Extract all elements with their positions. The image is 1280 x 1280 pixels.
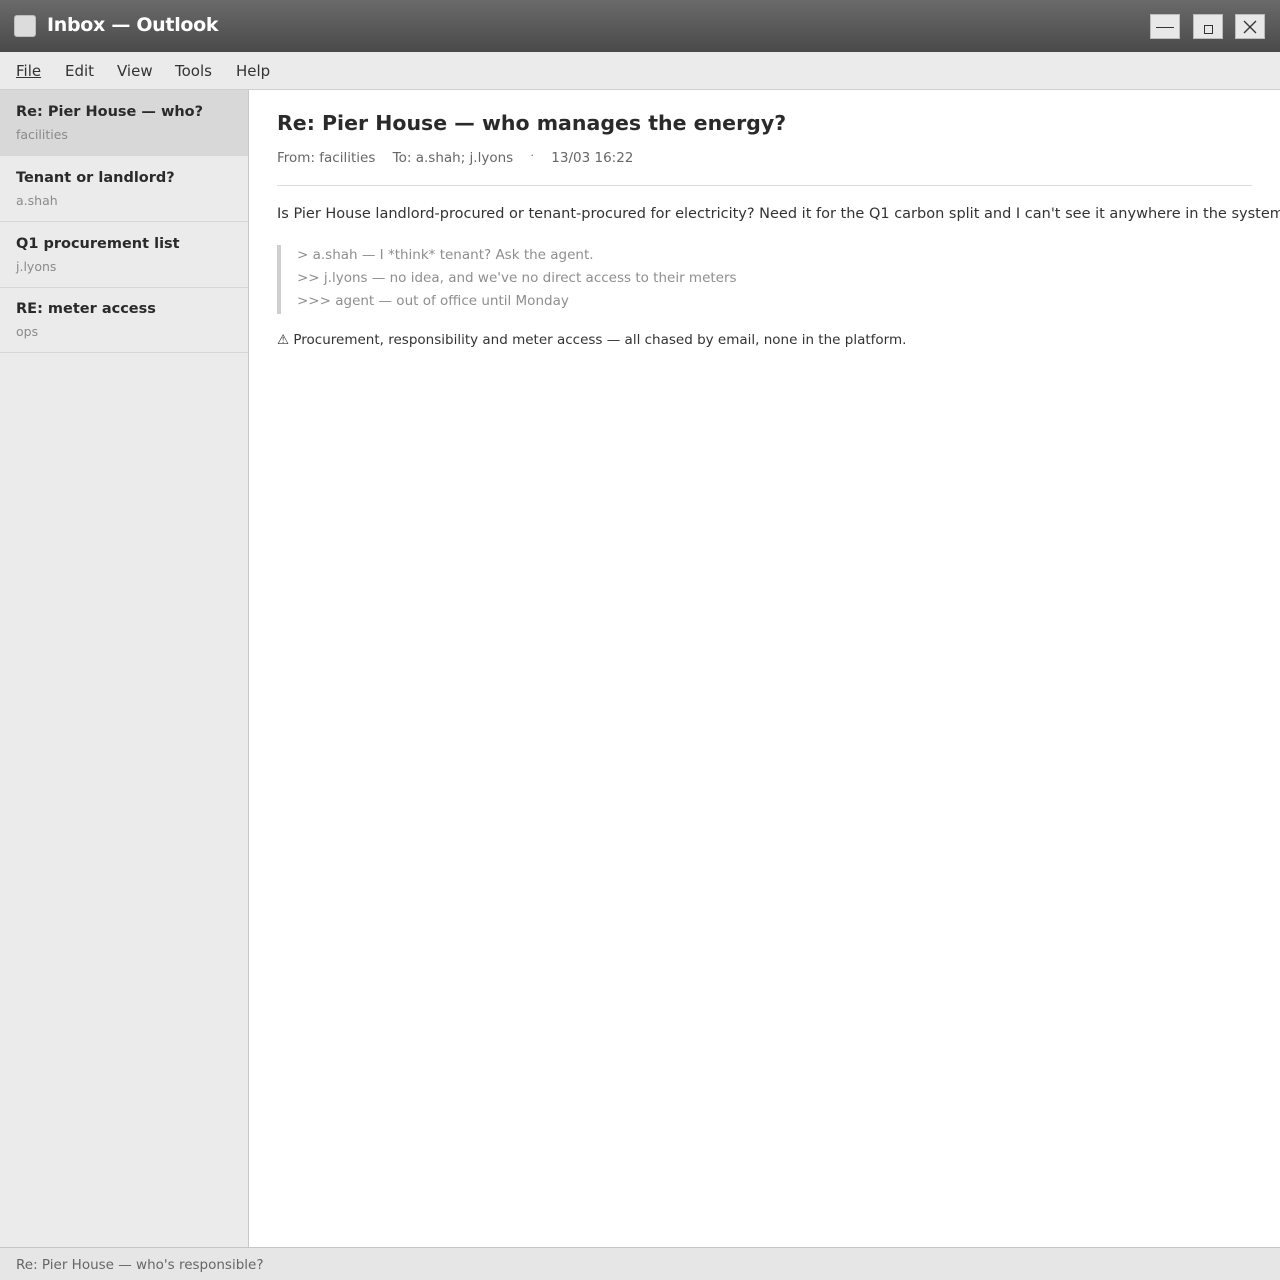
- menu-edit[interactable]: Edit: [65, 62, 94, 80]
- email-from: From: facilities: [277, 150, 376, 166]
- minimize-icon: [1156, 26, 1174, 29]
- status-text: Re: Pier House — who's responsible?: [16, 1257, 264, 1273]
- menu-bar: File Edit View Tools Help: [0, 52, 1280, 90]
- close-button[interactable]: [1235, 14, 1265, 39]
- quote-line: >>> agent — out of office until Monday: [297, 293, 569, 309]
- quote-line: >> j.lyons — no idea, and we've no direc…: [297, 270, 737, 286]
- warning-note: ⚠ Procurement, responsibility and meter …: [277, 332, 907, 348]
- message-list: Re: Pier House — who? facilities Tenant …: [0, 90, 249, 1247]
- email-to: To: a.shah; j.lyons: [392, 150, 514, 166]
- close-icon: [1243, 20, 1257, 33]
- menu-view[interactable]: View: [117, 62, 153, 80]
- menu-file[interactable]: File: [16, 62, 41, 80]
- app-icon: [14, 15, 36, 37]
- message-item-pier-house[interactable]: Re: Pier House — who? facilities: [0, 90, 248, 156]
- message-item-q1-procurement[interactable]: Q1 procurement list j.lyons: [0, 222, 248, 288]
- quoted-thread: > a.shah — I *think* tenant? Ask the age…: [277, 245, 877, 314]
- email-meta: From: facilities To: a.shah; j.lyons · 1…: [277, 149, 634, 166]
- message-sender: j.lyons: [16, 259, 57, 274]
- menu-tools[interactable]: Tools: [175, 62, 212, 80]
- message-subject: RE: meter access: [16, 301, 156, 317]
- message-item-tenant-or-landlord[interactable]: Tenant or landlord? a.shah: [0, 156, 248, 222]
- minimize-button[interactable]: [1150, 14, 1180, 39]
- message-sender: a.shah: [16, 193, 58, 208]
- email-date: 13/03 16:22: [551, 150, 634, 166]
- title-bar: Inbox — Outlook: [0, 0, 1280, 52]
- quote-line: > a.shah — I *think* tenant? Ask the age…: [297, 247, 594, 263]
- email-subject: Re: Pier House — who manages the energy?: [277, 111, 787, 135]
- message-sender: ops: [16, 324, 39, 339]
- reading-pane: Re: Pier House — who manages the energy?…: [249, 90, 1280, 1247]
- message-item-meter-access[interactable]: RE: meter access ops: [0, 287, 248, 353]
- header-divider: [277, 185, 1252, 186]
- message-sender: facilities: [16, 127, 68, 142]
- meta-separator: ·: [530, 149, 534, 162]
- message-subject: Tenant or landlord?: [16, 170, 175, 186]
- message-subject: Re: Pier House — who?: [16, 104, 204, 120]
- message-subject: Q1 procurement list: [16, 236, 180, 252]
- email-body: Is Pier House landlord-procured or tenan…: [277, 206, 1280, 222]
- menu-help[interactable]: Help: [236, 62, 270, 80]
- maximize-icon: [1203, 25, 1213, 34]
- status-bar: Re: Pier House — who's responsible?: [0, 1247, 1280, 1280]
- maximize-button[interactable]: [1193, 14, 1223, 39]
- window-title: Inbox — Outlook: [47, 14, 219, 36]
